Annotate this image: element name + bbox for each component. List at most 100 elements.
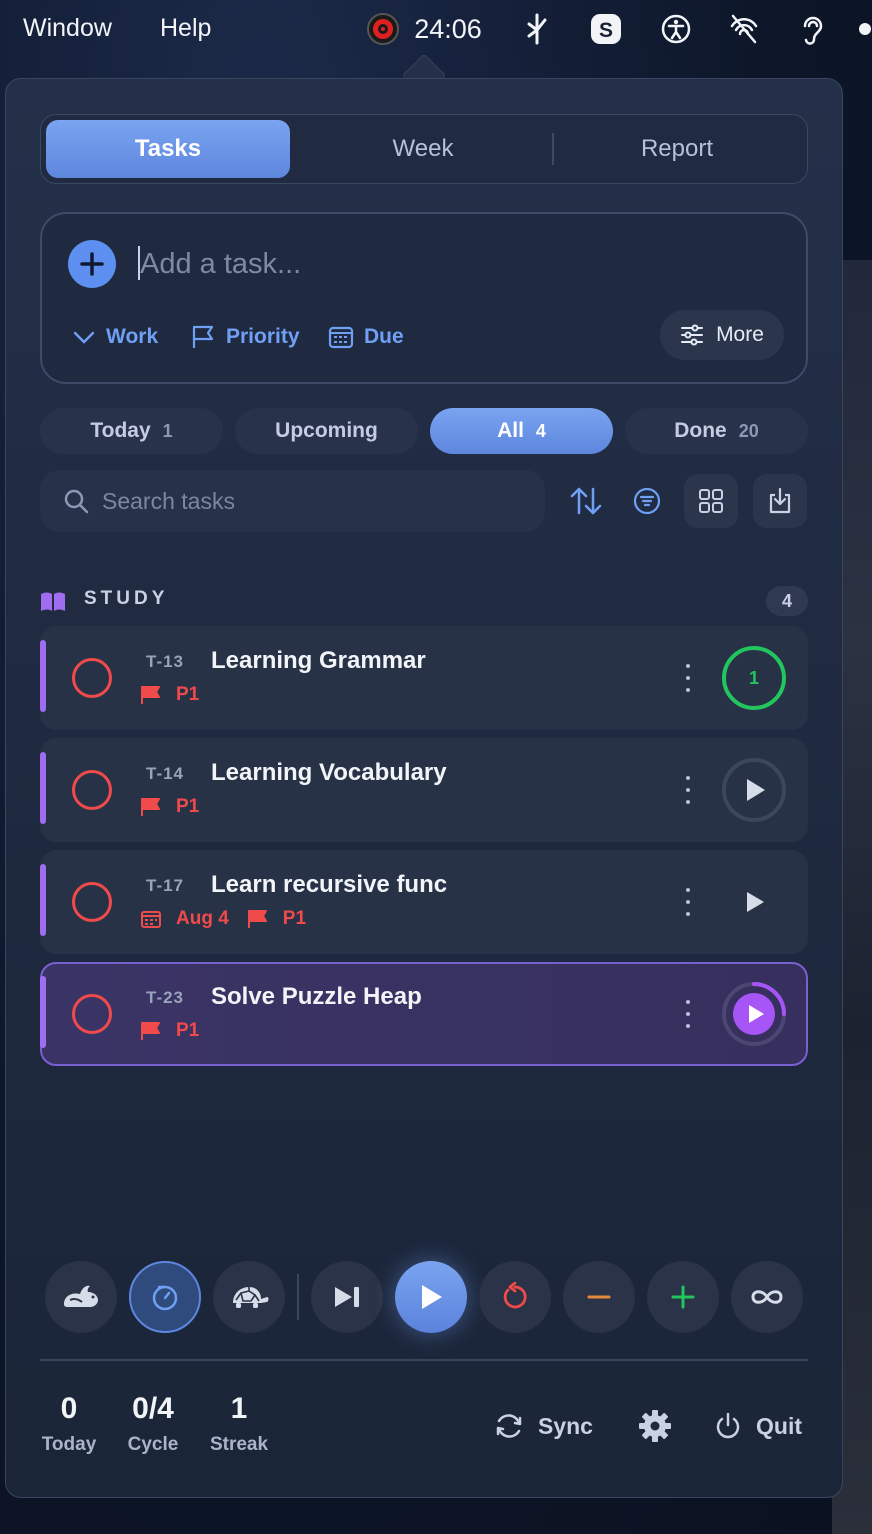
control-center-icon[interactable] [858,8,872,50]
filter-button[interactable] [620,474,674,528]
timer-icon [152,1285,178,1311]
sliders-icon [681,324,704,346]
stat-streak: 1 Streak [206,1392,272,1456]
settings-button[interactable] [638,1406,672,1446]
task-complete-checkbox[interactable] [72,994,112,1034]
search-box[interactable] [40,470,545,532]
sync-button[interactable]: Sync [494,1406,593,1446]
filter-upcoming-label: Upcoming [275,419,378,442]
sync-icon [496,1414,522,1438]
stat-streak-label: Streak [209,1434,269,1455]
airdrop-off-icon[interactable] [724,8,764,50]
task-menu-icon[interactable] [680,888,696,916]
section-title: STUDY [84,588,169,609]
task-row[interactable]: T-14 Learning Vocabulary P1 [40,738,808,842]
view-tabs: Tasks Week Report [40,114,808,184]
task-title: Learning Grammar [211,647,426,674]
infinity-icon [751,1290,783,1304]
stat-today-label: Today [41,1434,97,1455]
task-complete-checkbox[interactable] [72,882,112,922]
filter-all-count: 4 [535,420,546,441]
skip-button[interactable] [311,1261,383,1333]
stat-cycle-value: 0/4 [132,1392,174,1425]
menu-window[interactable]: Window [23,14,112,43]
speed-slow-button[interactable] [213,1261,285,1333]
svg-text:S: S [599,19,613,42]
task-play-button[interactable] [720,756,788,824]
plus-icon [80,252,104,276]
add-task-input[interactable] [140,242,700,286]
task-complete-checkbox[interactable] [72,658,112,698]
accessibility-icon[interactable] [656,8,696,50]
grid-view-button[interactable] [684,474,738,528]
increase-time-button[interactable] [647,1261,719,1333]
stat-today-value: 0 [60,1392,78,1425]
task-id: T-13 [146,652,185,671]
search-input[interactable] [102,481,522,521]
task-play-button[interactable] [720,868,788,936]
task-meta: P1 [140,684,199,706]
priority-chip[interactable]: Priority [190,322,300,352]
grid-view-icon [699,489,723,513]
flag-icon [141,686,160,704]
task-meta: P1 [140,1020,199,1042]
menu-help[interactable]: Help [160,14,211,43]
minus-icon [587,1295,611,1299]
due-chip[interactable]: Due [328,322,404,352]
task-priority: P1 [176,796,200,817]
task-meta: Aug 4 P1 [140,908,306,930]
speed-normal-button[interactable] [129,1261,201,1333]
tab-report[interactable]: Report [555,120,799,178]
due-chip-label: Due [364,325,404,348]
pomodoro-icon[interactable] [363,8,403,50]
stat-cycle-label: Cycle [127,1434,179,1455]
filter-icon [633,487,661,515]
more-options-button[interactable]: More [660,310,784,360]
quit-button[interactable]: Quit [714,1406,802,1446]
import-button[interactable] [753,474,807,528]
filter-today[interactable]: Today 1 [40,408,223,454]
task-play-button[interactable] [720,980,788,1048]
bluetooth-like-icon[interactable] [518,8,556,50]
project-chip[interactable]: Work [72,322,158,352]
task-session-counter[interactable]: 1 [720,644,788,712]
priority-chip-label: Priority [226,325,300,348]
task-row[interactable]: T-13 Learning Grammar P1 1 [40,626,808,730]
task-row-active[interactable]: T-23 Solve Puzzle Heap P1 [40,962,808,1066]
decrease-time-button[interactable] [563,1261,635,1333]
start-timer-button[interactable] [395,1261,467,1333]
task-title: Solve Puzzle Heap [211,983,422,1010]
calendar-icon [328,326,354,349]
stat-today: 0 Today [40,1392,98,1456]
flag-icon [247,910,267,928]
task-menu-icon[interactable] [680,664,696,692]
chevron-down-icon [73,331,95,344]
play-icon [722,982,786,1046]
task-menu-icon[interactable] [680,1000,696,1028]
gear-icon [639,1410,671,1442]
task-priority: P1 [282,908,307,929]
infinite-mode-button[interactable] [731,1261,803,1333]
task-accent-bar [40,864,46,936]
filter-upcoming[interactable]: Upcoming [235,408,418,454]
task-menu-icon[interactable] [680,776,696,804]
skype-icon[interactable]: S [586,8,626,50]
task-row[interactable]: T-17 Learn recursive func Aug 4 P1 [40,850,808,954]
filter-done-label: Done [674,419,727,442]
tab-week[interactable]: Week [301,120,545,178]
menubar-timer[interactable]: 24:06 [410,8,486,50]
tab-tasks[interactable]: Tasks [46,120,290,178]
rabbit-icon [64,1285,98,1307]
speed-fast-button[interactable] [45,1261,117,1333]
reset-button[interactable] [479,1261,551,1333]
filter-all[interactable]: All 4 [430,408,613,454]
skip-icon [335,1287,359,1307]
add-task-button[interactable] [68,240,116,288]
filter-done[interactable]: Done 20 [625,408,808,454]
task-priority: P1 [176,684,200,705]
hearing-icon[interactable] [792,8,832,50]
sort-button[interactable] [559,474,613,528]
section-header-study[interactable]: STUDY 4 [40,586,808,616]
search-icon [64,489,89,514]
task-complete-checkbox[interactable] [72,770,112,810]
